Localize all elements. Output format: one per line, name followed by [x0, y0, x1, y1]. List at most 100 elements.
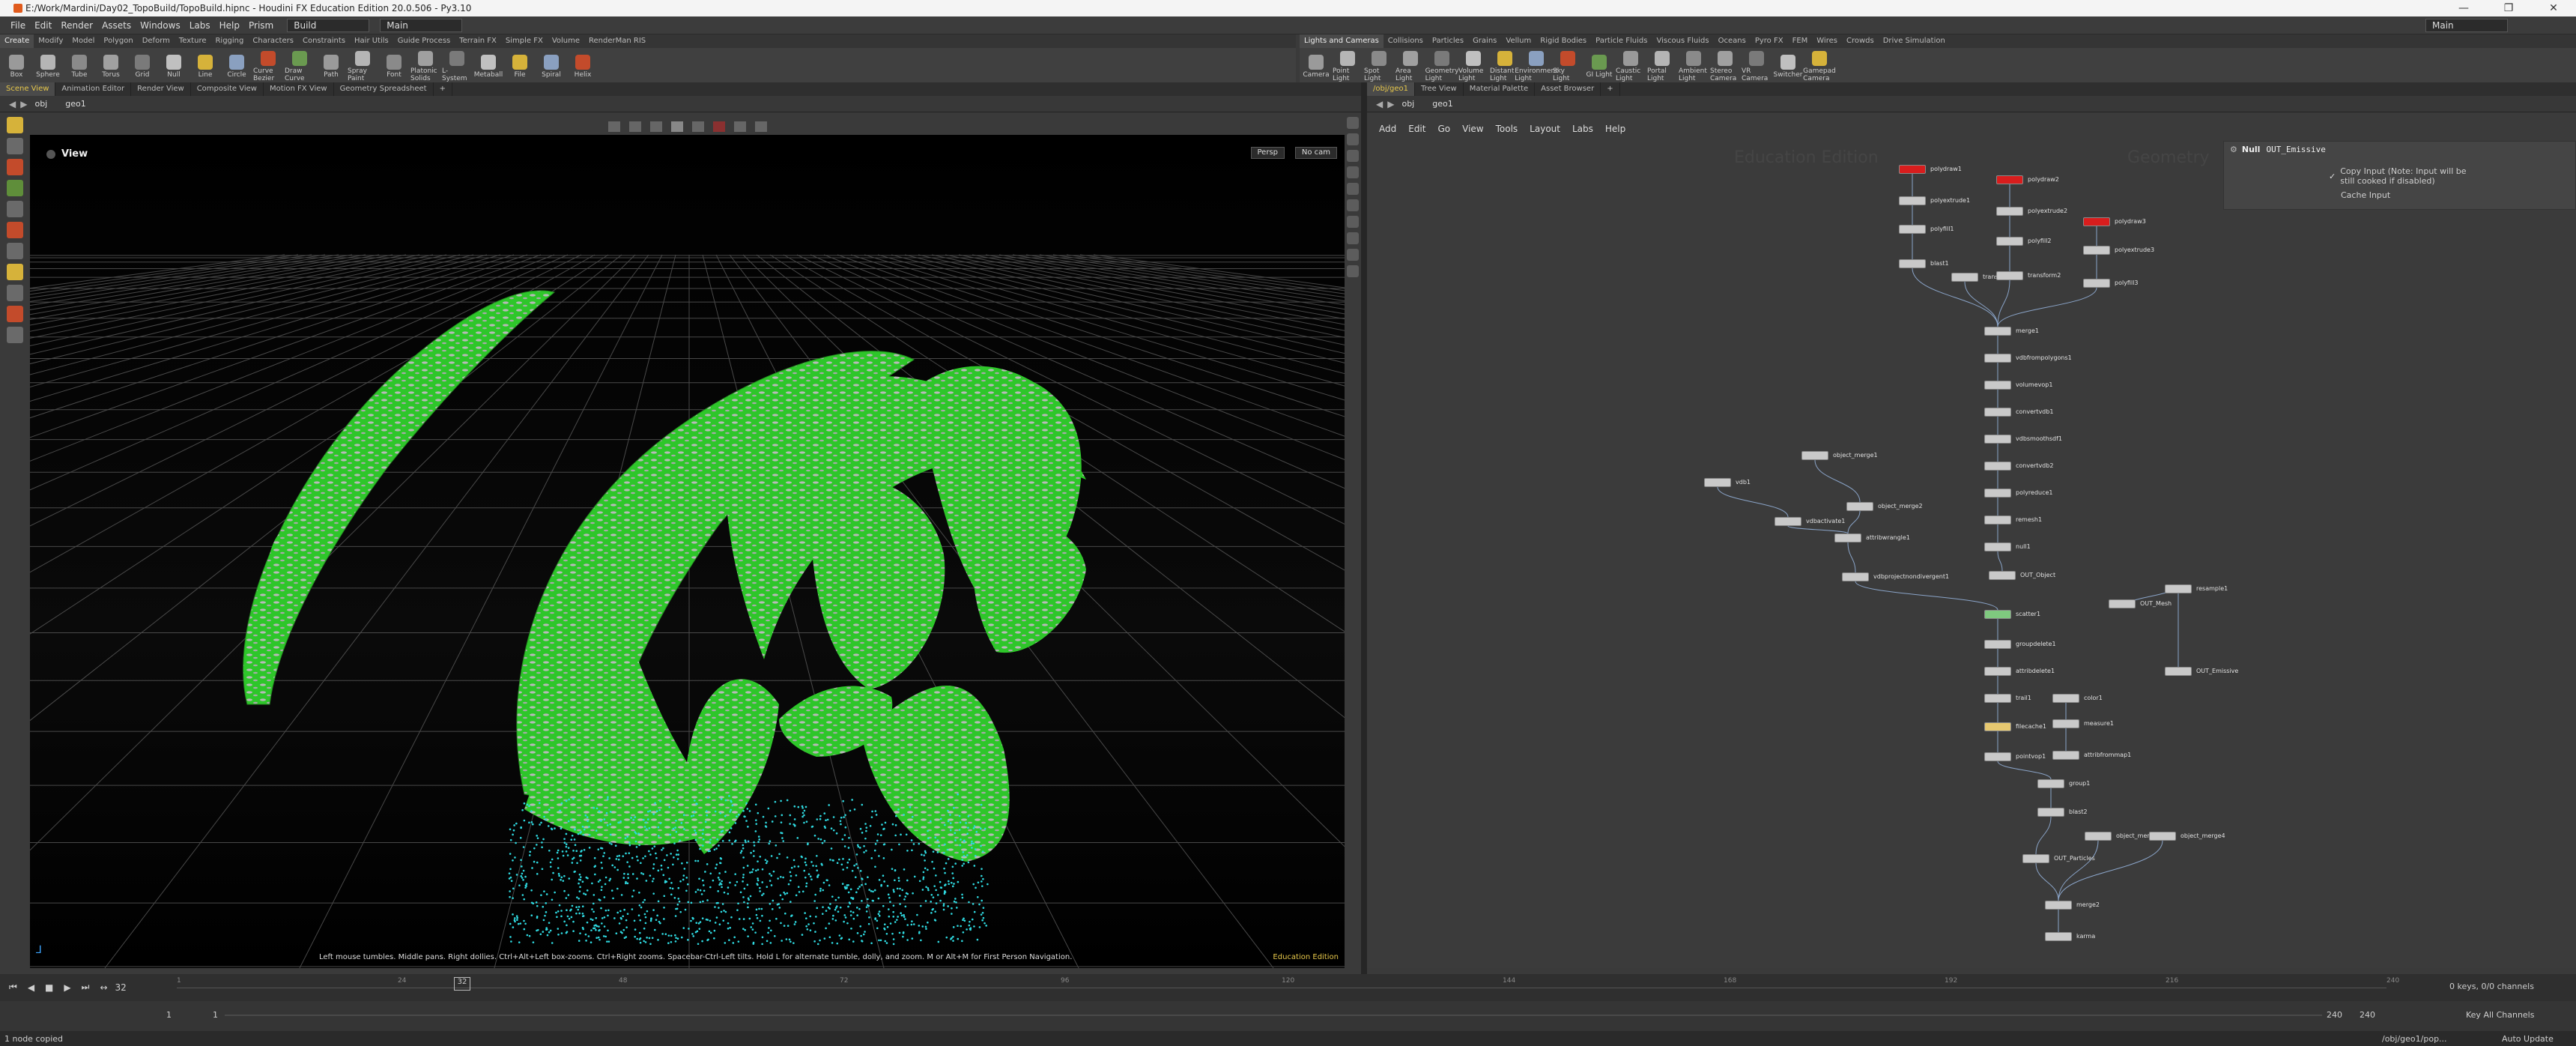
background-icon[interactable] — [691, 121, 704, 132]
stop-button[interactable]: ■ — [45, 982, 53, 993]
node-polyextrude3[interactable] — [2083, 246, 2110, 255]
ghost-icon[interactable] — [1347, 199, 1359, 211]
node-polyfill2[interactable] — [1996, 237, 2023, 246]
net-menu-go[interactable]: Go — [1437, 124, 1450, 134]
points-icon[interactable] — [1347, 166, 1359, 178]
shelf-tab-oceans[interactable]: Oceans — [1714, 34, 1751, 48]
node-measure1[interactable] — [2052, 719, 2079, 728]
wireframe-icon[interactable] — [607, 121, 620, 132]
shelf-tool-circle[interactable]: Circle — [222, 52, 252, 79]
play-button[interactable]: ▶ — [64, 982, 70, 993]
network-editor[interactable]: Education Edition Geometry polydraw1 poly… — [1367, 112, 2576, 968]
net-menu-labs[interactable]: Labs — [1572, 124, 1593, 134]
shelf-tab-vellum[interactable]: Vellum — [1501, 34, 1536, 48]
shaded-icon[interactable] — [628, 121, 641, 132]
rotate-tool-icon[interactable] — [7, 159, 23, 175]
node-resample1[interactable] — [2165, 584, 2192, 593]
node-vdbfrompolygons1[interactable] — [1984, 354, 2011, 363]
close-button[interactable]: ✕ — [2531, 0, 2576, 16]
shelf-tool-curve-bezier[interactable]: Curve Bezier — [253, 48, 283, 82]
key-all-channels-button[interactable]: Key All Channels — [2466, 1010, 2534, 1020]
node-filecache1[interactable] — [1984, 722, 2011, 731]
node-color1[interactable] — [2052, 694, 2079, 703]
normals-icon[interactable] — [1347, 183, 1359, 195]
gear-icon[interactable]: ⚙ — [2230, 145, 2237, 154]
current-frame-field[interactable]: 32 — [115, 982, 127, 993]
net-menu-view[interactable]: View — [1462, 124, 1483, 134]
node-blast1[interactable] — [1899, 259, 1926, 268]
display-options-icon[interactable] — [754, 121, 767, 132]
persp-menu[interactable]: Persp — [1250, 147, 1285, 159]
node-convertvdb1[interactable] — [1984, 408, 2011, 417]
tab-geometry-spreadsheet[interactable]: Geometry Spreadsheet — [334, 82, 434, 96]
node-group1[interactable] — [2037, 779, 2064, 788]
playhead[interactable]: 32 — [454, 977, 470, 991]
shelf-tool-gamepad-camera[interactable]: Gamepad Camera — [1803, 48, 1836, 82]
view-menu-icon[interactable] — [46, 149, 55, 159]
shelf-tool-sky-light[interactable]: Sky Light — [1553, 48, 1583, 82]
shelf-tool-camera[interactable]: Camera — [1301, 52, 1331, 79]
range-start-field[interactable]: 1 — [166, 1010, 172, 1020]
shelf-tab-rigid-bodies[interactable]: Rigid Bodies — [1536, 34, 1591, 48]
tab-composite-view[interactable]: Composite View — [191, 82, 264, 96]
shelf-tab-lights-and-cameras[interactable]: Lights and Cameras — [1300, 34, 1384, 48]
node-remesh1[interactable] — [1984, 516, 2011, 524]
maximize-button[interactable]: ❐ — [2486, 0, 2531, 16]
lock-icon[interactable] — [1347, 133, 1359, 145]
shelf-tool-ambient-light[interactable]: Ambient Light — [1679, 48, 1709, 82]
shelf-tool-spray-paint[interactable]: Spray Paint — [348, 48, 378, 82]
tab-material-palette[interactable]: Material Palette — [1464, 82, 1536, 96]
minimize-button[interactable]: — — [2441, 0, 2486, 16]
net-menu-layout[interactable]: Layout — [1530, 124, 1560, 134]
shelf-tool-helix[interactable]: Helix — [568, 52, 598, 79]
last-frame-button[interactable]: ⏭ — [82, 982, 90, 993]
shelf-tool-environment-light[interactable]: Environment Light — [1515, 48, 1558, 82]
shelf-tab-renderman-ris[interactable]: RenderMan RIS — [584, 34, 650, 48]
node-vdbsmoothsdf1[interactable] — [1984, 435, 2011, 444]
shelf-tab-pyro-fx[interactable]: Pyro FX — [1751, 34, 1788, 48]
node-transform2[interactable] — [1996, 271, 2023, 280]
shelf-tool-path[interactable]: Path — [316, 52, 346, 79]
timeline[interactable]: ⏮ ◀ ■ ▶ ⏭ ↔ 32 1 24 48 72 96 120 144 168 192 216 2… — [0, 974, 2576, 1001]
scene-viewport[interactable]: . View Persp No cam Left mouse tumbles. … — [30, 135, 1345, 968]
magnet-icon[interactable] — [7, 306, 23, 322]
node-blast2[interactable] — [2037, 808, 2064, 817]
handle-tool-icon[interactable] — [7, 201, 23, 217]
shelf-tab-fem[interactable]: FEM — [1788, 34, 1813, 48]
shelf-tool-platonic-solids[interactable]: Platonic Solids — [410, 48, 440, 82]
desktop-main-select[interactable]: Main — [380, 18, 463, 32]
camera-icon[interactable] — [733, 121, 746, 132]
shelf-tool-geometry-light[interactable]: Geometry Light — [1425, 48, 1458, 82]
select-tool-icon[interactable] — [7, 117, 23, 133]
node-polyreduce1[interactable] — [1984, 489, 2011, 498]
shelf-tool-file[interactable]: File — [505, 52, 535, 79]
shelf-tab-characters[interactable]: Characters — [248, 34, 298, 48]
node-polyextrude2[interactable] — [1996, 207, 2023, 216]
menu-edit[interactable]: Edit — [30, 20, 56, 31]
render-region-icon[interactable] — [1347, 265, 1359, 277]
node-out-object[interactable] — [1989, 571, 2016, 580]
node-scatter1[interactable] — [1984, 610, 2011, 619]
tab-animation-editor[interactable]: Animation Editor — [55, 82, 132, 96]
net-breadcrumb-geo1[interactable]: geo1 — [1432, 99, 1452, 109]
range-start2-field[interactable]: 1 — [213, 1010, 218, 1020]
grid-snap-icon[interactable] — [7, 327, 23, 343]
tab-tree-view[interactable]: Tree View — [1415, 82, 1464, 96]
shelf-tab-hair-utils[interactable]: Hair Utils — [350, 34, 393, 48]
shelf-tool-tube[interactable]: Tube — [64, 52, 94, 79]
shelf-tab-deform[interactable]: Deform — [138, 34, 175, 48]
shelf-tab-particles[interactable]: Particles — [1428, 34, 1468, 48]
menu-labs[interactable]: Labs — [185, 20, 215, 31]
tab-scene-view[interactable]: Scene View — [0, 82, 56, 96]
menu-assets[interactable]: Assets — [97, 20, 136, 31]
menu-prism[interactable]: Prism — [244, 20, 278, 31]
shelf-tool-stereo-camera[interactable]: Stereo Camera — [1710, 48, 1740, 82]
node-merge1[interactable] — [1984, 327, 2011, 336]
tab-render-view[interactable]: Render View — [131, 82, 191, 96]
desktop-select[interactable]: Build — [287, 18, 370, 32]
shelf-tool-spiral[interactable]: Spiral — [536, 52, 566, 79]
node-convertvdb2[interactable] — [1984, 462, 2011, 471]
node-polydraw3[interactable] — [2083, 217, 2110, 226]
breadcrumb-geo1[interactable]: geo1 — [65, 99, 85, 109]
node-null1[interactable] — [1984, 542, 2011, 551]
